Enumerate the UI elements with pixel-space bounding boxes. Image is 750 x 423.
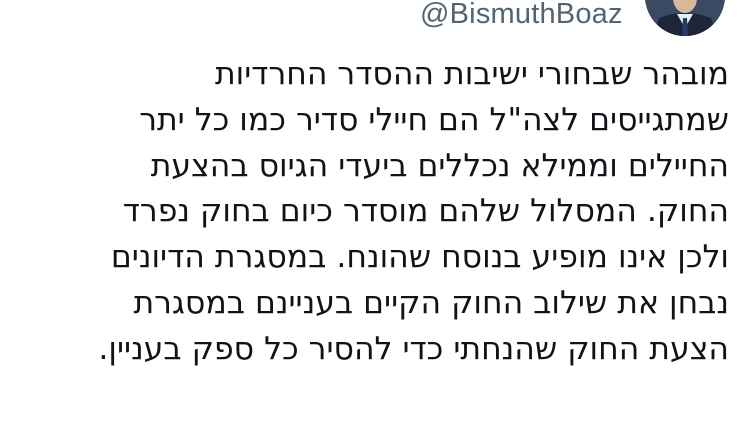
tweet-text-line: שמתגייסים לצה"ל הם חיילי סדיר כמו כל יתר xyxy=(139,101,729,138)
avatar[interactable] xyxy=(645,0,725,36)
author-handle[interactable]: @BismuthBoaz xyxy=(420,0,623,34)
tweet-text-line: מובהר שבחורי ישיבות ההסדר החרדיות xyxy=(214,56,729,92)
tweet-text-line: הצעת החוק שהנחתי כדי להסיר כל ספק בעניין… xyxy=(98,330,729,367)
tweet-screenshot: @BismuthBoaz מובהר שבחורי ישיבות ההסדר ה… xyxy=(0,0,750,423)
tweet-header: @BismuthBoaz xyxy=(0,0,750,40)
tweet-text-line: נבחן את שילוב החוק הקיים בעניינם במסגרת xyxy=(133,284,729,321)
tweet-text-line: החיילים וממילא נכללים ביעדי הגיוס בהצעת xyxy=(150,147,729,184)
tweet-text-line: החוק. המסלול שלהם מוסדר כיום בחוק נפרד xyxy=(122,193,729,230)
avatar-portrait-icon xyxy=(645,0,725,36)
tweet-text: מובהר שבחורי ישיבות ההסדר החרדיות שמתגיי… xyxy=(9,52,729,373)
tweet-text-line: ולכן אינו מופיע בנוסח שהונח. במסגרת הדיו… xyxy=(110,239,729,276)
